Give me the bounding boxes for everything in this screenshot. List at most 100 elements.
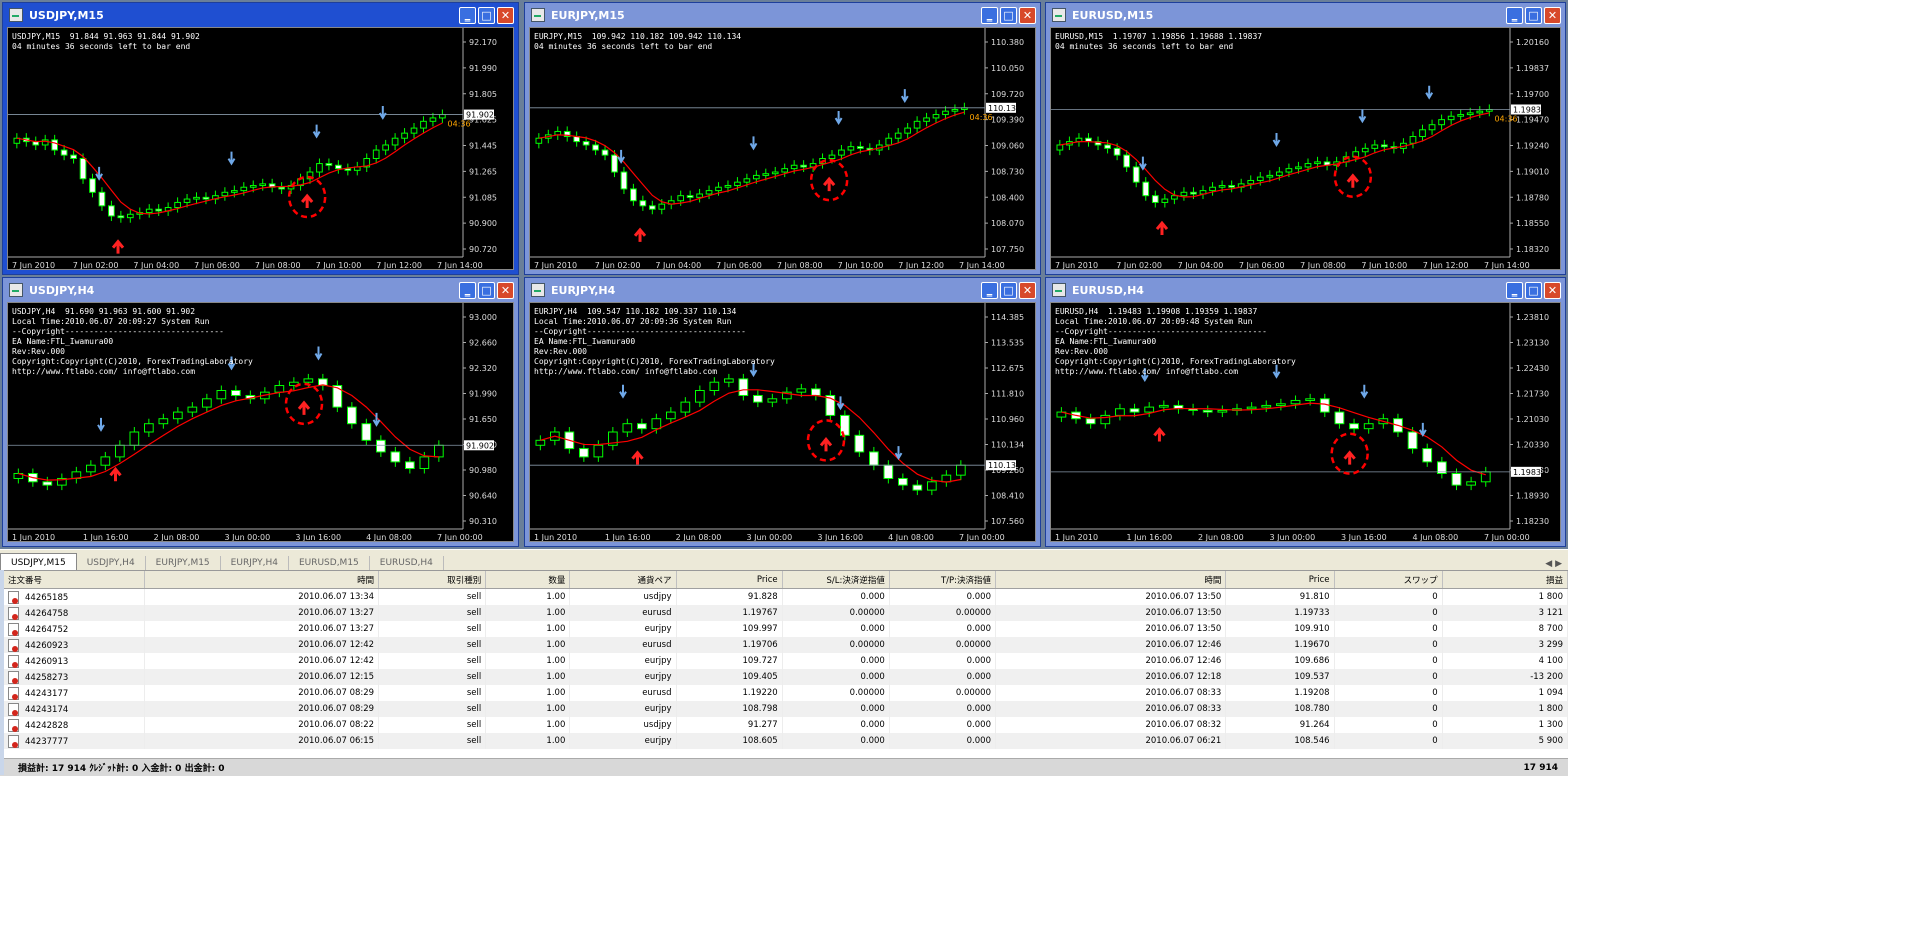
minimize-button[interactable]: ‗ — [981, 6, 998, 24]
candle — [1123, 154, 1131, 168]
window-titlebar[interactable]: USDJPY,M15 ‗ □ ✕ — [7, 3, 514, 27]
candle — [86, 464, 96, 473]
price-chart[interactable]: 1.20160 1.19837 1.19700 1.19470 1.19240 1.190… — [1050, 27, 1561, 270]
window-titlebar[interactable]: EURJPY,M15 ‗ □ ✕ — [529, 3, 1036, 27]
tab-chart-3[interactable]: EURJPY,H4 — [221, 556, 289, 571]
window-titlebar[interactable]: EURJPY,H4 ‗ □ ✕ — [529, 278, 1036, 302]
table-cell: sell — [378, 621, 487, 637]
price-chart[interactable]: 92.170 91.990 91.805 91.625 91.445 91.265 91.0… — [7, 27, 514, 270]
table-row[interactable]: 44264752 2010.06.07 13:27 sell 1.00 eurjpy 10… — [4, 621, 1569, 637]
table-cell: 1.00 — [485, 733, 571, 749]
x-tick-label: 7 Jun 2010 — [534, 261, 577, 270]
chart-window-1[interactable]: EURJPY,M15 ‗ □ ✕ 110.380 110.050 109.720 109.39… — [524, 2, 1041, 275]
chart-window-0[interactable]: USDJPY,M15 ‗ □ ✕ 92.170 91.990 91.805 91.625 91.… — [2, 2, 519, 275]
bar-timer: 04:36 — [1494, 114, 1517, 123]
maximize-button[interactable]: □ — [478, 6, 495, 24]
tab-chart-2[interactable]: EURJPY,M15 — [146, 556, 221, 571]
candle — [174, 201, 181, 209]
column-header[interactable]: T/P:決済指値 — [889, 571, 996, 589]
column-header[interactable]: Price — [676, 571, 783, 589]
maximize-button[interactable]: □ — [1525, 6, 1542, 24]
close-button[interactable]: ✕ — [1544, 281, 1561, 299]
minimize-button[interactable]: ‗ — [981, 281, 998, 299]
minimize-button[interactable]: ‗ — [459, 6, 476, 24]
table-row[interactable]: 44242828 2010.06.07 08:22 sell 1.00 usdjpy 91… — [4, 717, 1569, 733]
table-row[interactable]: 44260913 2010.06.07 12:42 sell 1.00 eurjpy 10… — [4, 653, 1569, 669]
minimize-button[interactable]: ‗ — [1506, 281, 1523, 299]
table-cell: 2010.06.07 12:46 — [995, 653, 1227, 669]
tab-chart-5[interactable]: EURUSD,H4 — [370, 556, 444, 571]
maximize-button[interactable]: □ — [1000, 6, 1017, 24]
y-tick-label: 1.18320 — [1516, 245, 1549, 254]
order-number: 44260913 — [25, 656, 69, 667]
candle — [361, 423, 372, 441]
close-button[interactable]: ✕ — [497, 281, 514, 299]
column-header[interactable]: 時間 — [144, 571, 380, 589]
candle — [1256, 176, 1264, 181]
table-row[interactable]: 44260923 2010.06.07 12:42 sell 1.00 eurusd 1.… — [4, 637, 1569, 653]
table-row[interactable]: 44258273 2010.06.07 12:15 sell 1.00 eurjpy 10… — [4, 669, 1569, 685]
close-button[interactable]: ✕ — [1544, 6, 1561, 24]
column-header[interactable]: Price — [1225, 571, 1335, 589]
column-header[interactable]: 損益 — [1442, 571, 1569, 589]
column-header[interactable]: 注文番号 — [4, 571, 145, 589]
tab-chart-4[interactable]: EURUSD,M15 — [289, 556, 370, 571]
window-title: EURUSD,M15 — [1072, 8, 1154, 22]
sell-signal-arrow-icon — [1139, 156, 1147, 171]
tab-chart-0[interactable]: USDJPY,M15 — [0, 553, 77, 571]
table-cell: sell — [378, 701, 487, 717]
candle — [620, 171, 628, 190]
chart-window-2[interactable]: EURUSD,M15 ‗ □ ✕ 1.20160 1.19837 1.19700 1.1947… — [1045, 2, 1566, 275]
chart-window-4[interactable]: EURJPY,H4 ‗ □ ✕ 114.385 113.535 112.675 111.810… — [524, 277, 1041, 547]
table-cell: 0.000 — [889, 669, 996, 685]
candle — [216, 390, 227, 400]
close-button[interactable]: ✕ — [1019, 281, 1036, 299]
price-chart[interactable]: 93.00092.66092.32091.99091.65091.31090.9… — [7, 302, 514, 542]
price-chart[interactable]: 110.380 110.050 109.720 109.390 109.060 108.7… — [529, 27, 1036, 270]
window-titlebar[interactable]: EURUSD,M15 ‗ □ ✕ — [1050, 3, 1561, 27]
candle — [249, 185, 257, 188]
window-titlebar[interactable]: EURUSD,H4 ‗ □ ✕ — [1050, 278, 1561, 302]
table-row[interactable]: 44237777 2010.06.07 06:15 sell 1.00 eurjpy 10… — [4, 733, 1569, 749]
tab-scroll-arrows[interactable]: ◀ ▶ — [1539, 557, 1568, 571]
column-header[interactable]: 数量 — [485, 571, 571, 589]
maximize-button[interactable]: □ — [1525, 281, 1542, 299]
table-cell: 4 100 — [1442, 653, 1569, 669]
order-number: 44264752 — [25, 624, 69, 635]
column-header[interactable]: 通貨ペア — [569, 571, 677, 589]
column-header[interactable]: S/L:決済逆指値 — [782, 571, 890, 589]
price-chart[interactable]: 114.385 113.535 112.675 111.810 110.960 110.1… — [529, 302, 1036, 542]
tab-chart-1[interactable]: USDJPY,H4 — [77, 556, 146, 571]
price-chart[interactable]: 1.23810 1.23130 1.22430 1.21730 1.21030 1.203… — [1050, 302, 1561, 542]
column-header[interactable]: 取引種別 — [378, 571, 487, 589]
table-cell: 0 — [1334, 685, 1443, 701]
close-button[interactable]: ✕ — [1019, 6, 1036, 24]
chart-window-3[interactable]: USDJPY,H4 ‗ □ ✕ 93.000 92.660 92.320 91.990 91.6… — [2, 277, 519, 547]
candle — [1158, 404, 1169, 408]
sell-signal-arrow-icon — [894, 446, 903, 461]
table-row[interactable]: 44243174 2010.06.07 08:29 sell 1.00 eurjpy 10… — [4, 701, 1569, 717]
column-header[interactable]: スワップ — [1334, 571, 1443, 589]
window-titlebar[interactable]: USDJPY,H4 ‗ □ ✕ — [7, 278, 514, 302]
table-row[interactable]: 44243177 2010.06.07 08:29 sell 1.00 eurusd 1.… — [4, 685, 1569, 701]
maximize-button[interactable]: □ — [478, 281, 495, 299]
table-cell: -13 200 — [1442, 669, 1569, 685]
candle — [1466, 481, 1477, 486]
table-row[interactable]: 44265185 2010.06.07 13:34 sell 1.00 usdjpy 91… — [4, 588, 1569, 605]
x-tick-label: 7 Jun 2010 — [12, 261, 55, 270]
minimize-button[interactable]: ‗ — [459, 281, 476, 299]
y-tick-label: 111.810 — [991, 390, 1024, 399]
column-header[interactable]: 時間 — [995, 571, 1227, 589]
chart-window-icon — [531, 8, 545, 22]
minimize-button[interactable]: ‗ — [1506, 6, 1523, 24]
terminal-panel: 注文番号 時間 取引種別 数量 通貨ペア Price S/L:決済逆指値 T/P:決済指値 時間… — [0, 570, 1569, 776]
maximize-button[interactable]: □ — [1000, 281, 1017, 299]
candle — [1246, 406, 1257, 410]
sell-signal-arrow-icon — [1358, 109, 1367, 124]
candle — [51, 139, 59, 151]
close-button[interactable]: ✕ — [497, 6, 514, 24]
chart-window-5[interactable]: EURUSD,H4 ‗ □ ✕ 1.23810 1.23130 1.22430 1.21730… — [1045, 277, 1566, 547]
table-row[interactable]: 44264758 2010.06.07 13:27 sell 1.00 eurusd 1.… — [4, 605, 1569, 621]
table-cell: 0 — [1334, 653, 1443, 669]
table-cell: eurusd — [569, 685, 677, 701]
